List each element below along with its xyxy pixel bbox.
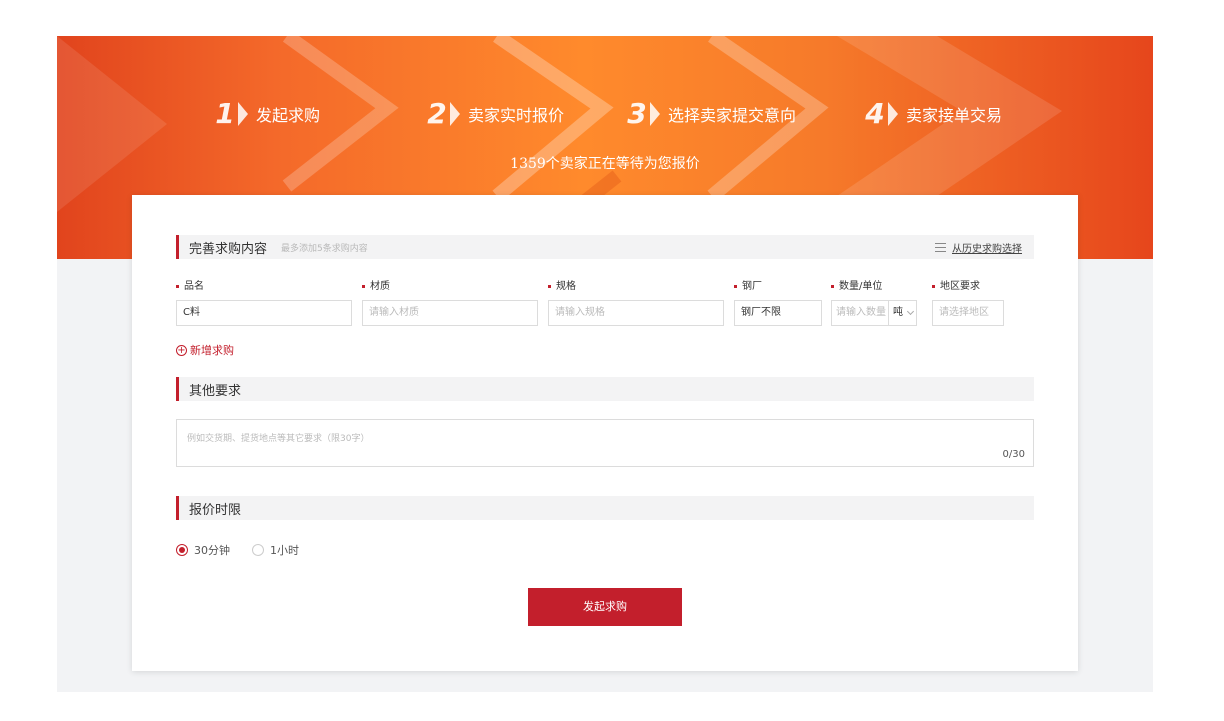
section-hint: 最多添加5条求购内容	[281, 243, 368, 254]
region-select[interactable]: 请选择地区	[932, 300, 1004, 326]
other-requirements-textarea[interactable]: 例如交货期、提货地点等其它要求（限30字） 0/30	[176, 419, 1034, 467]
radio-checked-icon[interactable]	[176, 544, 188, 556]
radio-30min[interactable]: 30分钟	[176, 542, 230, 558]
radio-label: 30分钟	[194, 544, 230, 557]
radio-unchecked-icon[interactable]	[252, 544, 264, 556]
purchase-section-header: 完善求购内容 最多添加5条求购内容 从历史求购选择	[176, 235, 1034, 259]
radio-1hour[interactable]: 1小时	[252, 542, 299, 558]
step-number: 3	[627, 97, 647, 130]
step-arrow-icon	[650, 102, 660, 126]
unit-select[interactable]: 吨	[889, 300, 917, 326]
quantity-input[interactable]: 请输入数量	[831, 300, 889, 326]
step-label: 卖家实时报价	[468, 106, 565, 125]
name-input[interactable]: C料	[176, 300, 352, 326]
step-label: 卖家接单交易	[906, 106, 1003, 125]
step-number: 1	[215, 97, 235, 130]
spec-input[interactable]: 请输入规格	[548, 300, 724, 326]
label-name: 品名	[176, 277, 204, 292]
step-number: 2	[427, 97, 447, 130]
submit-purchase-button[interactable]: 发起求购	[528, 588, 682, 626]
step-2: 2 卖家实时报价	[424, 94, 564, 134]
section-title: 完善求购内容	[189, 241, 268, 257]
deadline-radio-group: 30分钟 1小时	[176, 542, 321, 558]
label-quantity: 数量/单位	[831, 277, 882, 292]
radio-label: 1小时	[270, 544, 299, 557]
label-material: 材质	[362, 277, 390, 292]
step-label: 发起求购	[256, 106, 321, 125]
purchase-form-card: 完善求购内容 最多添加5条求购内容 从历史求购选择 品名 材质 规格 钢厂 数量…	[132, 195, 1078, 671]
material-input[interactable]: 请输入材质	[362, 300, 538, 326]
step-3: 3 选择卖家提交意向	[624, 94, 796, 134]
seller-count-subtitle: 1359个卖家正在等待为您报价	[510, 156, 700, 172]
textarea-placeholder: 例如交货期、提货地点等其它要求（限30字）	[187, 434, 370, 444]
step-4: 4 卖家接单交易	[862, 94, 1002, 134]
step-arrow-icon	[450, 102, 460, 126]
label-region: 地区要求	[932, 277, 980, 292]
unit-value: 吨	[893, 307, 903, 318]
add-purchase-button[interactable]: + 新增求购	[176, 342, 234, 358]
step-label: 选择卖家提交意向	[668, 106, 797, 125]
plus-circle-icon: +	[176, 344, 187, 356]
section-title: 报价时限	[189, 502, 242, 518]
step-1: 1 发起求购	[212, 94, 320, 134]
char-counter: 0/30	[1002, 449, 1025, 460]
page-frame: 1 发起求购 2 卖家实时报价 3 选择卖家提交意向 4 卖家接单交易 1359…	[57, 36, 1153, 692]
label-mill: 钢厂	[734, 277, 762, 292]
list-icon	[935, 243, 946, 252]
mill-input[interactable]: 钢厂不限	[734, 300, 822, 326]
step-arrow-icon	[238, 102, 248, 126]
history-link-label: 从历史求购选择	[952, 244, 1022, 255]
section-title: 其他要求	[189, 383, 242, 399]
step-number: 4	[865, 97, 885, 130]
add-purchase-label: 新增求购	[190, 344, 234, 357]
label-spec: 规格	[548, 277, 576, 292]
history-purchase-link[interactable]: 从历史求购选择	[935, 240, 1022, 255]
chevron-down-icon	[906, 307, 915, 316]
step-arrow-icon	[888, 102, 898, 126]
deadline-section-header: 报价时限	[176, 496, 1034, 520]
other-section-header: 其他要求	[176, 377, 1034, 401]
